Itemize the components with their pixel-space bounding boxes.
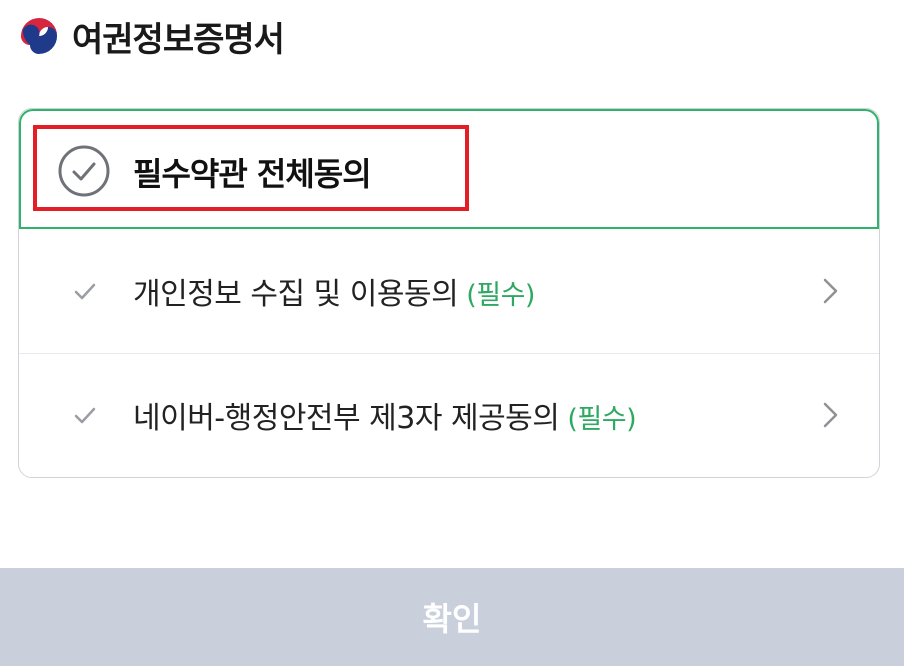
agree-all-row[interactable]: 필수약관 전체동의 — [19, 109, 879, 229]
check-icon[interactable] — [71, 277, 99, 305]
term-row-privacy[interactable]: 개인정보 수집 및 이용동의 (필수) — [19, 229, 879, 354]
agree-all-label: 필수약관 전체동의 — [133, 155, 372, 193]
header: 여권정보증명서 — [20, 8, 285, 64]
term-label-text: 개인정보 수집 및 이용동의 — [133, 277, 459, 312]
term-row-third-party[interactable]: 네이버-행정안전부 제3자 제공동의 (필수) — [19, 353, 879, 477]
page-title: 여권정보증명서 — [72, 19, 285, 60]
confirm-button[interactable]: 확인 — [0, 568, 904, 666]
circle-check-icon[interactable] — [57, 144, 111, 198]
chevron-right-icon[interactable] — [819, 276, 841, 306]
chevron-right-icon[interactable] — [819, 400, 841, 430]
check-icon[interactable] — [71, 401, 99, 429]
required-tag: (필수) — [567, 404, 637, 435]
page: 여권정보증명서 필수약관 전체동의 개인정보 수집 및 이용동의(필수) 네이 — [0, 0, 904, 666]
term-label: 개인정보 수집 및 이용동의 (필수) — [133, 269, 535, 313]
term-label: 네이버-행정안전부 제3자 제공동의 (필수) — [133, 393, 637, 437]
agreement-card: 필수약관 전체동의 개인정보 수집 및 이용동의 (필수) 네이버-행정안전부 제… — [18, 108, 880, 478]
taegeuk-emblem-icon — [20, 17, 58, 55]
term-label-text: 네이버-행정안전부 제3자 제공동의 — [133, 401, 560, 436]
required-tag: (필수) — [466, 280, 535, 311]
